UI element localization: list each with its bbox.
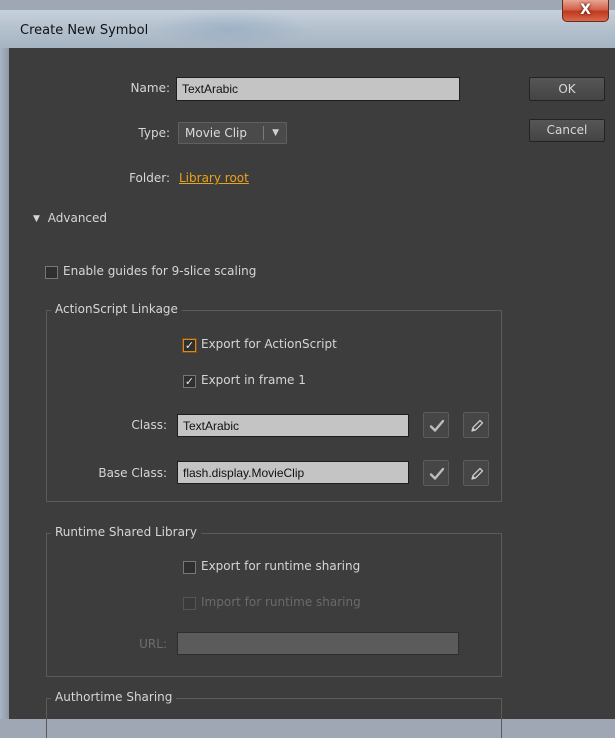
authortime-sharing-group — [46, 698, 502, 738]
validate-class-button[interactable] — [423, 412, 449, 438]
window-title: Create New Symbol — [20, 23, 149, 38]
folder-link[interactable]: Library root — [179, 171, 249, 185]
url-input — [177, 632, 459, 655]
close-button[interactable]: X — [562, 0, 609, 22]
name-label: Name: — [130, 81, 170, 95]
dropdown-separator — [263, 126, 264, 140]
type-label: Type: — [138, 126, 170, 140]
export-actionscript-label: Export for ActionScript — [201, 337, 337, 351]
actionscript-linkage-legend: ActionScript Linkage — [51, 302, 182, 316]
base-class-input[interactable]: flash.display.MovieClip — [177, 461, 409, 484]
advanced-toggle[interactable]: ▼ Advanced — [33, 211, 107, 225]
export-actionscript-checkbox[interactable]: ✓ — [183, 339, 196, 352]
edit-base-class-button[interactable] — [463, 460, 489, 486]
title-bar-glow — [150, 10, 310, 48]
export-runtime-label: Export for runtime sharing — [201, 559, 361, 573]
import-runtime-checkbox — [183, 597, 196, 610]
pencil-icon — [471, 419, 484, 432]
runtime-shared-library-legend: Runtime Shared Library — [51, 525, 201, 539]
advanced-label: Advanced — [47, 211, 108, 225]
type-dropdown[interactable]: Movie Clip ▼ — [178, 122, 287, 144]
base-class-label: Base Class: — [98, 466, 167, 480]
validate-base-class-button[interactable] — [423, 460, 449, 486]
check-icon — [429, 419, 445, 432]
export-runtime-checkbox[interactable] — [183, 561, 196, 574]
export-frame1-checkbox[interactable]: ✓ — [183, 375, 196, 388]
window-frame-left — [0, 48, 9, 719]
ok-button[interactable]: OK — [529, 77, 605, 101]
name-input[interactable]: TextArabic — [176, 77, 460, 101]
check-icon: ✓ — [184, 375, 195, 388]
cancel-button[interactable]: Cancel — [529, 119, 605, 142]
nine-slice-checkbox[interactable] — [45, 266, 58, 279]
class-input[interactable]: TextArabic — [177, 414, 409, 437]
url-label: URL: — [139, 637, 167, 651]
import-runtime-label: Import for runtime sharing — [201, 595, 361, 609]
class-label: Class: — [131, 418, 167, 432]
check-icon — [429, 467, 445, 480]
folder-label: Folder: — [129, 171, 170, 185]
nine-slice-label: Enable guides for 9-slice scaling — [63, 264, 257, 278]
check-icon: ✓ — [184, 339, 195, 352]
authortime-sharing-legend: Authortime Sharing — [51, 690, 177, 704]
chevron-down-icon: ▼ — [272, 128, 279, 138]
pencil-icon — [471, 467, 484, 480]
type-dropdown-value: Movie Clip — [185, 126, 247, 140]
triangle-down-icon: ▼ — [33, 214, 40, 224]
edit-class-button[interactable] — [463, 412, 489, 438]
export-frame1-label: Export in frame 1 — [201, 373, 306, 387]
